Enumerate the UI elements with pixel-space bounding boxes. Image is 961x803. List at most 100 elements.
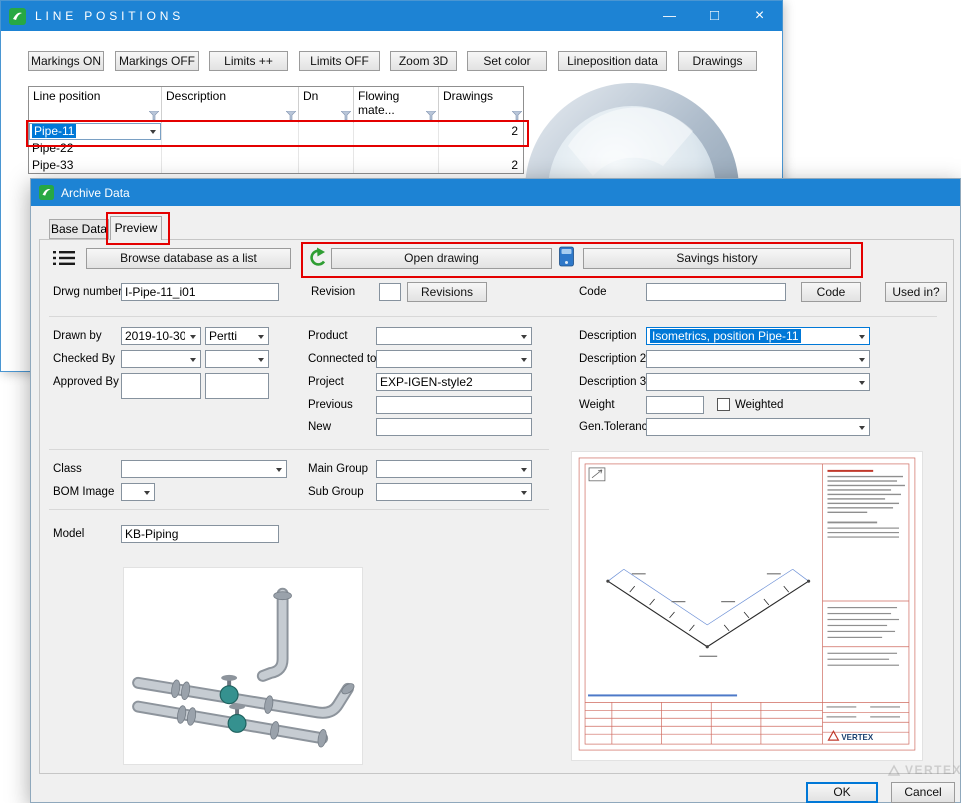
column-label: Dn [303,89,318,103]
sub-group-label: Sub Group [308,483,364,501]
chevron-down-icon[interactable] [145,124,160,139]
chevron-down-icon[interactable] [271,461,286,477]
limits-plus-button[interactable]: Limits ++ [209,51,288,71]
column-dn[interactable]: Dn [299,87,354,123]
chevron-down-icon[interactable] [854,351,869,367]
minimize-icon[interactable]: — [647,1,692,31]
limits-off-button[interactable]: Limits OFF [299,51,380,71]
list-icon[interactable] [53,250,75,271]
filter-icon[interactable] [512,111,522,120]
set-color-button[interactable]: Set color [467,51,547,71]
checked-by-date-combo[interactable] [121,350,201,368]
chevron-down-icon[interactable] [185,328,200,344]
table-row-pipe-33[interactable]: Pipe-33 2 [29,157,523,174]
chevron-down-icon[interactable] [854,419,869,435]
watermark-text: VERTEX [905,763,961,777]
filter-icon[interactable] [286,111,296,120]
maximize-icon[interactable]: □ [692,1,737,31]
chevron-down-icon[interactable] [253,328,268,344]
model-3d-preview [123,567,363,765]
chevron-down-icon[interactable] [854,374,869,390]
flowing-cell [354,157,439,174]
description-3-combo[interactable] [646,373,870,391]
code-field[interactable] [646,283,786,301]
column-drawings[interactable]: Drawings [439,87,524,123]
description-2-label: Description 2 [579,350,646,368]
table-row-pipe-11[interactable]: Pipe-11 2 [29,123,523,141]
main-group-combo[interactable] [376,460,532,478]
new-field[interactable] [376,418,532,436]
chevron-down-icon[interactable] [139,484,154,500]
revisions-button[interactable]: Revisions [407,282,487,302]
close-icon[interactable]: × [737,1,782,31]
chevron-down-icon[interactable] [516,328,531,344]
line-position-combo[interactable]: Pipe-11 [29,123,161,140]
screen: LINE POSITIONS — □ × Markings ON Marking… [0,0,961,803]
vertex-logo-icon [887,764,901,776]
weighted-checkbox[interactable] [717,398,730,411]
chevron-down-icon[interactable] [854,328,869,344]
open-drawing-button[interactable]: Open drawing [331,248,552,269]
used-in-button[interactable]: Used in? [885,282,947,302]
svg-text:VERTEX: VERTEX [841,733,873,742]
window-title: LINE POSITIONS [35,9,184,23]
app-icon [9,8,26,25]
line-positions-table: Line position Description Dn Flowing mat… [28,86,524,174]
column-flowing-material[interactable]: Flowing mate... [354,87,439,123]
line-positions-titlebar[interactable]: LINE POSITIONS — □ × [1,1,782,31]
filter-icon[interactable] [149,111,159,120]
bom-image-label: BOM Image [53,483,114,501]
product-combo[interactable] [376,327,532,345]
description-combo[interactable]: Isometrics, position Pipe-11 [646,327,870,345]
table-row-pipe-22[interactable]: Pipe-22 [29,140,523,158]
drawn-by-date-combo[interactable]: 2019-10-30 [121,327,201,345]
approved-by-name-field[interactable] [205,373,269,399]
previous-field[interactable] [376,396,532,414]
code-button[interactable]: Code [801,282,861,302]
chevron-down-icon[interactable] [253,351,268,367]
bom-image-combo[interactable] [121,483,155,501]
weight-field[interactable] [646,396,704,414]
line-position-cell: Pipe-22 [29,140,162,157]
cancel-button[interactable]: Cancel [891,782,955,803]
savings-history-button[interactable]: Savings history [583,248,851,269]
approved-by-date-field[interactable] [121,373,201,399]
model-field[interactable]: KB-Piping [121,525,279,543]
window-controls: — □ × [647,1,782,31]
column-description[interactable]: Description [162,87,299,123]
chevron-down-icon[interactable] [516,461,531,477]
description-2-combo[interactable] [646,350,870,368]
chevron-down-icon[interactable] [516,351,531,367]
chevron-down-icon[interactable] [516,484,531,500]
lineposition-data-button[interactable]: Lineposition data [558,51,667,71]
tab-preview[interactable]: Preview [110,216,162,240]
filter-icon[interactable] [426,111,436,120]
drawings-cell: 2 [439,157,524,174]
markings-on-button[interactable]: Markings ON [28,51,104,71]
combo-value: 2019-10-30 [125,329,186,343]
markings-off-button[interactable]: Markings OFF [115,51,199,71]
drive-icon[interactable] [559,246,574,272]
column-line-position[interactable]: Line position [29,87,162,123]
tab-base-data[interactable]: Base Data [49,219,109,239]
archive-data-titlebar[interactable]: Archive Data [31,179,960,206]
drwg-number-field[interactable]: I-Pipe-11_i01 [121,283,279,301]
revision-field[interactable] [379,283,401,301]
chevron-down-icon[interactable] [185,351,200,367]
ok-button[interactable]: OK [806,782,878,803]
browse-database-button[interactable]: Browse database as a list [86,248,291,269]
class-combo[interactable] [121,460,287,478]
checked-by-name-combo[interactable] [205,350,269,368]
project-field[interactable]: EXP-IGEN-style2 [376,373,532,391]
weight-label: Weight [579,396,615,414]
drawings-button[interactable]: Drawings [678,51,757,71]
filter-icon[interactable] [341,111,351,120]
open-arrow-icon[interactable] [309,247,328,273]
zoom-3d-button[interactable]: Zoom 3D [390,51,457,71]
gen-tolerance-combo[interactable] [646,418,870,436]
sub-group-combo[interactable] [376,483,532,501]
connected-to-combo[interactable] [376,350,532,368]
drawings-cell [439,140,524,157]
drawn-by-name-combo[interactable]: Pertti [205,327,269,345]
separator [49,316,937,317]
